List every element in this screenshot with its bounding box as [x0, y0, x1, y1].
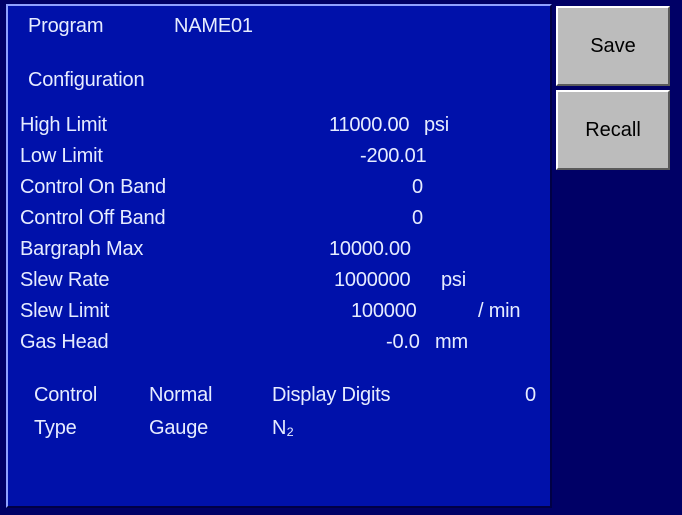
display-digits-value[interactable]: 0 — [525, 383, 536, 407]
setting-unit: psi — [424, 114, 449, 136]
setting-value[interactable]: 10000.00 — [329, 237, 411, 261]
setting-label: High Limit — [20, 114, 107, 136]
control-value[interactable]: Normal — [149, 383, 212, 407]
setting-value[interactable]: 0 — [412, 206, 423, 230]
type-label: Type — [34, 417, 77, 439]
type-value[interactable]: Gauge — [149, 416, 208, 440]
control-label: Control — [34, 384, 98, 406]
setting-label: Control Off Band — [20, 207, 166, 229]
setting-unit: mm — [435, 331, 468, 353]
setting-value[interactable]: 1000000 — [334, 268, 411, 292]
setting-value[interactable]: -0.0 — [386, 330, 420, 354]
program-label: Program — [28, 15, 104, 37]
setting-label: Slew Rate — [20, 269, 110, 291]
configuration-panel: Program NAME01 Configuration High Limit … — [6, 4, 552, 508]
setting-label: Gas Head — [20, 331, 109, 353]
setting-label: Bargraph Max — [20, 238, 144, 260]
gas-value[interactable]: N₂ — [272, 416, 294, 440]
recall-button[interactable]: Recall — [556, 90, 670, 170]
display-digits-label: Display Digits — [272, 384, 391, 406]
setting-unit: psi — [441, 269, 466, 291]
setting-unit: / min — [478, 300, 521, 322]
setting-value[interactable]: 0 — [412, 175, 423, 199]
section-title: Configuration — [28, 69, 145, 91]
setting-label: Low Limit — [20, 145, 103, 167]
setting-label: Slew Limit — [20, 300, 110, 322]
setting-value[interactable]: 100000 — [351, 299, 417, 323]
setting-value[interactable]: -200.01 — [360, 144, 427, 168]
program-name[interactable]: NAME01 — [174, 14, 253, 38]
setting-value[interactable]: 11000.00 — [329, 113, 410, 137]
setting-label: Control On Band — [20, 176, 166, 198]
save-button[interactable]: Save — [556, 6, 670, 86]
